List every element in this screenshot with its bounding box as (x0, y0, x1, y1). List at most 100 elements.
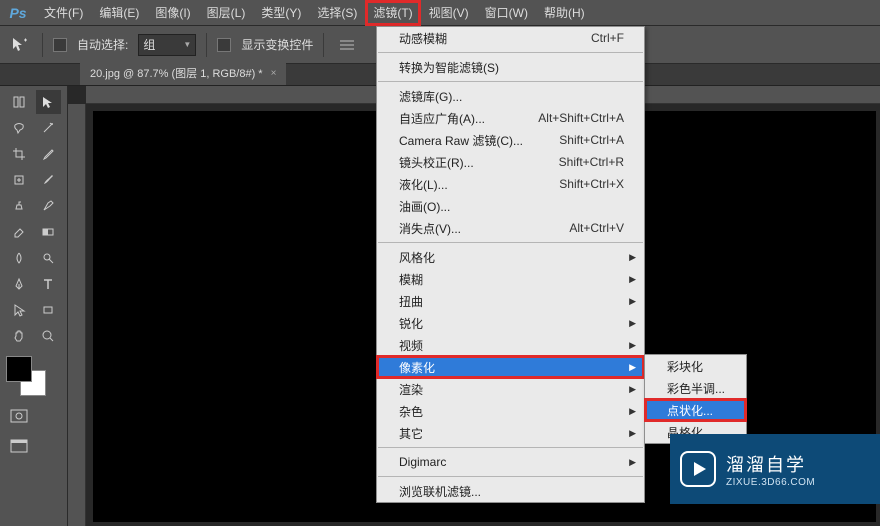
gradient-tool[interactable] (36, 220, 62, 244)
move-tool-arrow[interactable] (36, 90, 62, 114)
pixelate-submenu-item[interactable]: 彩块化 (645, 355, 746, 377)
menu-item-label: Camera Raw 滤镜(C)... (399, 132, 523, 149)
toolbox (0, 86, 68, 526)
move-tool[interactable] (6, 90, 32, 114)
filter-menu-item[interactable]: Camera Raw 滤镜(C)... Shift+Ctrl+A (377, 129, 644, 151)
align-icon[interactable] (334, 32, 360, 58)
show-transform-checkbox[interactable] (217, 38, 231, 52)
filter-menu-item[interactable]: 扭曲▶ (377, 290, 644, 312)
menu-item-label: 杂色 (399, 403, 423, 420)
path-select-tool[interactable] (6, 298, 32, 322)
close-icon[interactable]: × (271, 63, 277, 85)
pixelate-submenu: 彩块化彩色半调...点状化...晶格化... (644, 354, 747, 444)
submenu-arrow-icon: ▶ (629, 406, 636, 417)
menu-item-shortcut: Shift+Ctrl+X (559, 177, 624, 191)
filter-menu-item[interactable]: 视频▶ (377, 334, 644, 356)
type-tool[interactable] (36, 272, 62, 296)
menu-item-shortcut: Alt+Ctrl+V (569, 221, 624, 235)
watermark-url: ZIXUE.3D66.COM (726, 477, 815, 488)
filter-menu-item[interactable]: 消失点(V)...Alt+Ctrl+V (377, 217, 644, 239)
filter-menu-item[interactable]: 其它▶ (377, 422, 644, 444)
filter-menu: 动感模糊Ctrl+F 转换为智能滤镜(S) 滤镜库(G)... 自适应广角(A)...… (376, 26, 645, 503)
menu-item-label: 模糊 (399, 271, 423, 288)
watermark: 溜溜自学 ZIXUE.3D66.COM (670, 434, 880, 504)
magic-wand-tool[interactable] (36, 116, 62, 140)
rectangle-tool[interactable] (36, 298, 62, 322)
filter-menu-item[interactable]: 转换为智能滤镜(S) (377, 56, 644, 78)
submenu-arrow-icon: ▶ (629, 274, 636, 285)
menu-type[interactable]: 类型(Y) (253, 0, 309, 26)
watermark-text: 溜溜自学 ZIXUE.3D66.COM (726, 451, 815, 488)
brush-tool[interactable] (36, 168, 62, 192)
menu-layer[interactable]: 图层(L) (199, 0, 254, 26)
menu-item-label: 镜头校正(R)... (399, 154, 474, 171)
menu-file[interactable]: 文件(F) (36, 0, 91, 26)
filter-menu-item[interactable]: 自适应广角(A)... Alt+Shift+Ctrl+A (377, 107, 644, 129)
document-tab[interactable]: 20.jpg @ 87.7% (图层 1, RGB/8#) * × (80, 63, 286, 85)
filter-menu-item[interactable]: 杂色 ▶ (377, 400, 644, 422)
quick-mask-toggle[interactable] (6, 406, 32, 426)
auto-select-label: 自动选择: (77, 36, 128, 53)
color-swatches[interactable] (6, 356, 46, 396)
healing-brush-tool[interactable] (6, 168, 32, 192)
menu-item-shortcut: Shift+Ctrl+A (559, 133, 624, 147)
pixelate-submenu-item[interactable]: 点状化... (645, 399, 746, 421)
filter-menu-item[interactable]: 浏览联机滤镜... (377, 480, 644, 502)
menu-edit[interactable]: 编辑(E) (91, 0, 147, 26)
menu-item-label: 滤镜库(G)... (399, 88, 462, 105)
menu-separator (378, 81, 643, 82)
filter-menu-item[interactable]: 液化(L)...Shift+Ctrl+X (377, 173, 644, 195)
submenu-arrow-icon: ▶ (629, 457, 636, 468)
filter-menu-item[interactable]: 风格化▶ (377, 246, 644, 268)
menu-select[interactable]: 选择(S) (309, 0, 365, 26)
dodge-tool[interactable] (36, 246, 62, 270)
hand-tool[interactable] (6, 324, 32, 348)
separator (42, 33, 43, 57)
menu-item-label: 自适应广角(A)... (399, 110, 485, 127)
menu-image[interactable]: 图像(I) (147, 0, 198, 26)
blur-tool[interactable] (6, 246, 32, 270)
filter-menu-item[interactable]: 渲染▶ (377, 378, 644, 400)
chevron-down-icon: ▼ (183, 40, 191, 49)
menu-item-label: 视频 (399, 337, 423, 354)
menu-view[interactable]: 视图(V) (421, 0, 477, 26)
history-brush-tool[interactable] (36, 194, 62, 218)
auto-select-dropdown[interactable]: 组 ▼ (138, 34, 196, 56)
menu-item-label: 浏览联机滤镜... (399, 483, 481, 500)
submenu-arrow-icon: ▶ (629, 384, 636, 395)
menu-item-label: 锐化 (399, 315, 423, 332)
menu-separator (378, 476, 643, 477)
menu-help[interactable]: 帮助(H) (536, 0, 593, 26)
foreground-color-swatch[interactable] (6, 356, 32, 382)
filter-menu-item[interactable]: 锐化▶ (377, 312, 644, 334)
filter-menu-item[interactable]: 像素化▶ (377, 356, 644, 378)
filter-menu-item[interactable]: 滤镜库(G)... (377, 85, 644, 107)
separator (323, 33, 324, 57)
clone-stamp-tool[interactable] (6, 194, 32, 218)
crop-tool[interactable] (6, 142, 32, 166)
auto-select-checkbox[interactable] (53, 38, 67, 52)
menu-separator (378, 52, 643, 53)
menu-filter[interactable]: 滤镜(T) (365, 0, 420, 26)
pen-tool[interactable] (6, 272, 32, 296)
zoom-tool[interactable] (36, 324, 62, 348)
filter-menu-item[interactable]: 动感模糊Ctrl+F (377, 27, 644, 49)
menu-window[interactable]: 窗口(W) (477, 0, 536, 26)
filter-menu-item[interactable]: 镜头校正(R)...Shift+Ctrl+R (377, 151, 644, 173)
eyedropper-tool[interactable] (36, 142, 62, 166)
lasso-tool[interactable] (6, 116, 32, 140)
pixelate-submenu-item[interactable]: 彩色半调... (645, 377, 746, 399)
menu-item-label: 像素化 (399, 359, 435, 376)
menu-item-shortcut: Alt+Shift+Ctrl+A (538, 111, 624, 125)
app-logo: Ps (0, 0, 36, 26)
move-tool-icon (8, 33, 32, 57)
eraser-tool[interactable] (6, 220, 32, 244)
filter-menu-item[interactable]: 油画(O)... (377, 195, 644, 217)
submenu-arrow-icon: ▶ (629, 252, 636, 263)
menu-item-label: 动感模糊 (399, 30, 447, 47)
menu-item-label: 其它 (399, 425, 423, 442)
filter-menu-item[interactable]: Digimarc▶ (377, 451, 644, 473)
play-icon (680, 451, 716, 487)
screen-mode-toggle[interactable] (6, 436, 32, 456)
filter-menu-item[interactable]: 模糊 ▶ (377, 268, 644, 290)
